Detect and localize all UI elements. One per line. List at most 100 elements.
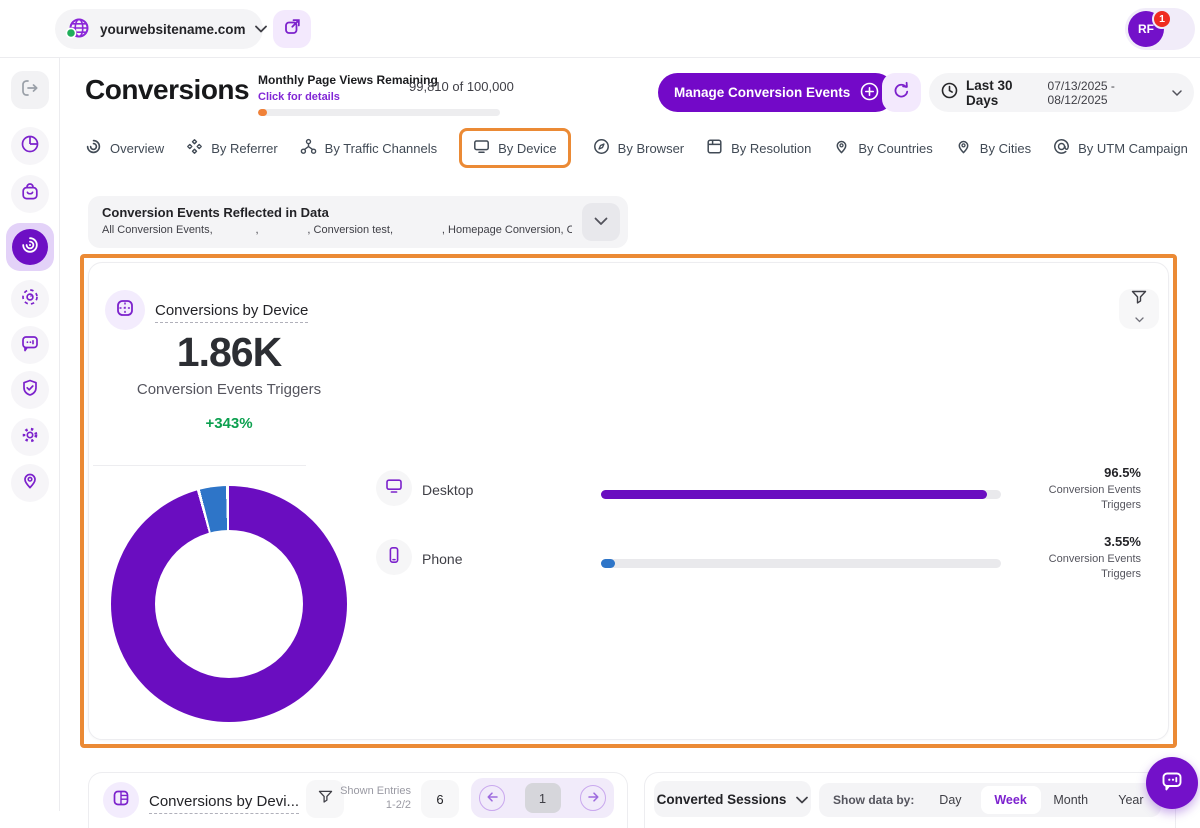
legend-label-phone: Phone — [422, 551, 462, 567]
network-nodes-icon — [300, 138, 317, 158]
manage-conversion-events-button[interactable]: Manage Conversion Events — [658, 73, 895, 112]
change-badge: +343% — [89, 415, 369, 432]
show-data-by-label: Show data by: — [833, 793, 914, 807]
converted-sessions-card: Converted Sessions Show data by: Day Wee… — [644, 772, 1176, 828]
widget-badge — [105, 290, 145, 330]
shopping-bag-icon — [20, 182, 40, 207]
next-page-button[interactable] — [580, 785, 606, 811]
converted-sessions-label: Converted Sessions — [657, 792, 787, 807]
conversions-table-card: Conversions by Devi... Shown Entries 1-2… — [88, 772, 628, 828]
collapse-sidebar-icon — [20, 78, 40, 103]
refresh-icon — [892, 81, 911, 105]
funnel-icon — [1131, 290, 1147, 309]
quota-value: 99,810 of 100,000 — [409, 79, 514, 94]
tab-label: By Resolution — [731, 141, 811, 156]
current-page[interactable]: 1 — [525, 783, 561, 813]
report-tabs: Overview By Referrer By Traffic Channels… — [85, 127, 1188, 169]
rows-per-page-selector[interactable]: 6 — [421, 780, 459, 818]
shown-entries-label: Shown Entries — [339, 785, 411, 799]
total-value: 1.86K — [89, 329, 369, 376]
conversions-by-device-card: Conversions by Device 1.86K Conversion E… — [88, 262, 1169, 740]
conversions-spiral-icon — [20, 235, 40, 260]
date-range-selector[interactable]: Last 30 Days 07/13/2025 - 08/12/2025 — [929, 73, 1194, 112]
table-icon — [112, 789, 130, 812]
sidebar-item-visitors[interactable] — [11, 464, 49, 502]
manage-conversion-events-label: Manage Conversion Events — [674, 85, 850, 100]
granularity-option-week-selected[interactable]: Week — [981, 786, 1041, 814]
sidebar-item-statistics[interactable] — [11, 127, 49, 165]
sidebar-item-conversions-active[interactable] — [6, 223, 54, 271]
chat-bubble-icon — [1160, 769, 1184, 798]
clock-icon — [941, 82, 958, 104]
show-data-by-control: Show data by: Day Week Month Year — [819, 783, 1161, 817]
sidebar-item-settings[interactable] — [11, 418, 49, 456]
tab-label: By Referrer — [211, 141, 277, 156]
compass-icon — [593, 138, 610, 158]
previous-page-button[interactable] — [479, 785, 505, 811]
chevron-down-icon — [796, 792, 808, 807]
events-banner-list: All Conversion Events, , , Conversion te… — [102, 224, 572, 236]
tab-by-countries[interactable]: By Countries — [833, 130, 932, 166]
desktop-bar-fill — [601, 490, 987, 499]
notification-badge: 1 — [1152, 9, 1172, 29]
granularity-option-day[interactable]: Day — [920, 793, 980, 807]
overview-swirl-icon — [85, 138, 102, 158]
sidebar-item-feedback[interactable] — [11, 326, 49, 364]
card-filter-button[interactable] — [1119, 289, 1159, 329]
shown-entries-value: 1-2/2 — [339, 799, 411, 813]
phone-percent-label: Conversion Events Triggers — [941, 552, 1141, 581]
tab-by-device-highlighted[interactable]: By Device — [459, 128, 571, 168]
refresh-button[interactable] — [882, 73, 921, 112]
chevron-down-icon — [594, 213, 608, 231]
tab-label: By UTM Campaign — [1078, 141, 1188, 156]
gear-icon — [20, 425, 40, 450]
referrer-diamonds-icon — [186, 138, 203, 158]
tab-by-browser[interactable]: By Browser — [593, 130, 684, 166]
tab-by-traffic-channels[interactable]: By Traffic Channels — [300, 130, 437, 166]
external-link-icon — [284, 18, 301, 40]
tab-label: By Countries — [858, 141, 932, 156]
tab-by-utm-campaign[interactable]: By UTM Campaign — [1053, 130, 1188, 166]
open-website-button[interactable] — [273, 10, 311, 48]
tab-label: By Device — [498, 141, 557, 156]
quota-details-link[interactable]: Click for details — [258, 91, 340, 103]
website-globe-icon — [65, 16, 91, 42]
account-menu[interactable]: RF 1 — [1125, 8, 1195, 50]
tab-by-resolution[interactable]: By Resolution — [706, 130, 811, 166]
total-stat: 1.86K Conversion Events Triggers +343% — [89, 329, 369, 432]
arrow-left-icon — [487, 789, 498, 807]
desktop-percent: 96.5% — [941, 465, 1141, 480]
sidebar-item-session-recordings[interactable] — [11, 280, 49, 318]
sidebar-item-privacy[interactable] — [11, 371, 49, 409]
legend-label-desktop: Desktop — [422, 482, 473, 498]
tab-overview[interactable]: Overview — [85, 130, 164, 166]
monitor-icon — [473, 138, 490, 158]
page-title: Conversions — [85, 74, 249, 106]
quota-progress-fill — [258, 109, 267, 116]
website-name: yourwebsitename.com — [100, 22, 246, 37]
date-range-label: Last 30 Days — [966, 78, 1040, 108]
quota-progress-bar — [258, 109, 500, 116]
phone-icon — [385, 546, 403, 569]
collapse-sidebar-button[interactable] — [11, 71, 49, 109]
tab-by-cities[interactable]: By Cities — [955, 130, 1031, 166]
top-bar: yourwebsitename.com RF 1 — [0, 0, 1200, 58]
granularity-option-month[interactable]: Month — [1041, 793, 1101, 807]
converted-sessions-dropdown[interactable]: Converted Sessions — [654, 781, 811, 817]
events-banner-expand-button[interactable] — [582, 203, 620, 241]
sidebar-item-ecommerce[interactable] — [11, 175, 49, 213]
donut-hole — [155, 530, 303, 678]
tab-label: By Browser — [618, 141, 684, 156]
chevron-down-icon — [1172, 84, 1182, 102]
tab-label: By Cities — [980, 141, 1031, 156]
pagination: 1 — [471, 778, 614, 818]
desktop-percent-block: 96.5% Conversion Events Triggers — [941, 465, 1141, 512]
tab-label: By Traffic Channels — [325, 141, 437, 156]
phone-badge — [376, 539, 412, 575]
map-pin-icon — [955, 138, 972, 158]
tab-by-referrer[interactable]: By Referrer — [186, 130, 277, 166]
support-chat-button[interactable] — [1146, 757, 1198, 809]
date-range-value: 07/13/2025 - 08/12/2025 — [1048, 79, 1164, 107]
website-selector[interactable]: yourwebsitename.com — [55, 9, 263, 49]
utm-target-icon — [1053, 138, 1070, 158]
